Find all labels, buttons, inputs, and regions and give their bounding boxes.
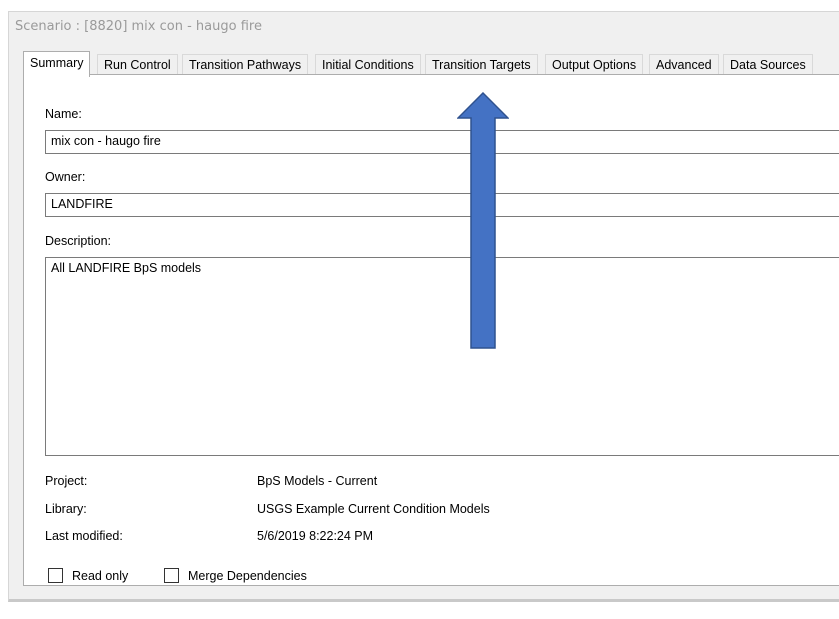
tab-transition-pathways[interactable]: Transition Pathways	[182, 54, 309, 75]
name-field[interactable]: mix con - haugo fire	[45, 130, 839, 154]
summary-panel: Name: mix con - haugo fire Owner: LANDFI…	[23, 74, 839, 586]
merge-dependencies-checkbox-box[interactable]	[164, 568, 179, 583]
owner-label: Owner:	[45, 170, 86, 184]
tab-summary[interactable]: Summary	[23, 51, 91, 77]
library-value: USGS Example Current Condition Models	[257, 502, 490, 516]
project-value: BpS Models - Current	[257, 474, 378, 488]
last-modified-label: Last modified:	[45, 529, 123, 543]
description-textarea[interactable]: All LANDFIRE BpS models	[45, 257, 839, 456]
tab-transition-targets[interactable]: Transition Targets	[425, 54, 538, 75]
read-only-checkbox-label: Read only	[72, 569, 129, 583]
tab-strip: Summary Run Control Transition Pathways …	[23, 51, 839, 77]
merge-dependencies-checkbox[interactable]: Merge Dependencies	[164, 568, 307, 584]
read-only-checkbox-box[interactable]	[48, 568, 63, 583]
owner-field[interactable]: LANDFIRE	[45, 193, 839, 217]
tab-advanced[interactable]: Advanced	[649, 54, 719, 75]
read-only-checkbox[interactable]: Read only	[48, 568, 128, 584]
tab-data-sources[interactable]: Data Sources	[723, 54, 813, 75]
last-modified-value: 5/6/2019 8:22:24 PM	[257, 529, 374, 543]
project-label: Project:	[45, 474, 88, 488]
merge-dependencies-checkbox-label: Merge Dependencies	[188, 569, 307, 583]
window-title: Scenario : [8820] mix con - haugo fire	[15, 19, 262, 34]
library-label: Library:	[45, 502, 87, 516]
scenario-window: Scenario : [8820] mix con - haugo fire S…	[8, 11, 839, 602]
description-label: Description:	[45, 234, 111, 248]
tab-initial-conditions[interactable]: Initial Conditions	[315, 54, 421, 75]
tab-run-control[interactable]: Run Control	[97, 54, 178, 75]
tab-output-options[interactable]: Output Options	[545, 54, 644, 75]
up-arrow-annotation-icon	[457, 92, 509, 349]
name-label: Name:	[45, 107, 82, 121]
